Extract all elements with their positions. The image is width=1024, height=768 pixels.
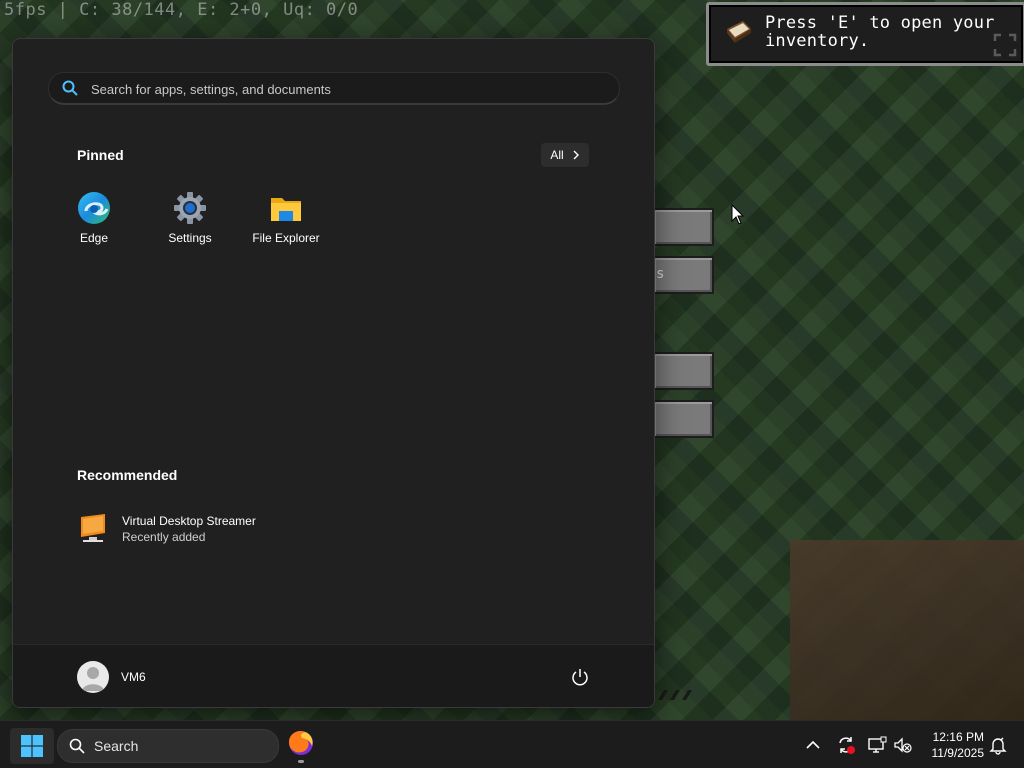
ground-marks <box>658 690 692 700</box>
notification-bell-icon[interactable] <box>988 735 1008 755</box>
network-display-icon[interactable] <box>867 735 887 755</box>
game-menu-button-1[interactable] <box>652 208 714 246</box>
running-indicator <box>298 760 304 763</box>
pinned-title: Pinned <box>77 147 124 163</box>
chevron-right-icon <box>573 150 579 160</box>
monitor-icon <box>81 514 105 542</box>
game-menu-button-3[interactable] <box>652 352 714 390</box>
user-name[interactable]: VM6 <box>121 670 146 684</box>
inventory-toast: Press 'E' to open your inventory. <box>706 2 1024 66</box>
pinned-app-settings[interactable]: Settings <box>145 191 235 261</box>
start-search-input[interactable] <box>89 73 613 105</box>
user-avatar[interactable] <box>77 661 109 693</box>
user-icon <box>82 667 104 691</box>
update-sync-icon[interactable] <box>836 735 856 755</box>
folder-icon <box>271 198 301 221</box>
taskbar-firefox[interactable] <box>285 727 317 763</box>
windows-logo-icon <box>21 735 43 757</box>
pinned-app-edge[interactable]: Edge <box>49 191 139 261</box>
start-button[interactable] <box>10 728 54 764</box>
settings-gear-icon <box>174 192 206 224</box>
taskbar-clock[interactable]: 12:16 PM 11/9/2025 <box>918 729 985 761</box>
pinned-app-label: Edge <box>79 231 109 245</box>
search-icon <box>69 738 85 754</box>
chevron-up-icon[interactable] <box>803 735 823 755</box>
edge-icon <box>78 192 110 224</box>
start-search-box[interactable] <box>48 72 620 105</box>
taskbar-search-label: Search <box>94 738 139 754</box>
game-menu-button-text: s <box>656 266 665 282</box>
game-menu-button-2[interactable]: s <box>652 256 714 294</box>
recommended-item[interactable]: Virtual Desktop Streamer Recently added <box>77 511 337 551</box>
recommended-item-subtitle: Recently added <box>122 530 206 544</box>
clock-date: 11/9/2025 <box>931 746 985 760</box>
pinned-app-file-explorer[interactable]: File Explorer <box>241 191 331 261</box>
recommended-item-name: Virtual Desktop Streamer <box>122 514 256 528</box>
taskbar-search[interactable]: Search <box>57 729 279 763</box>
book-icon <box>727 21 751 43</box>
volume-muted-icon[interactable] <box>893 735 913 755</box>
taskbar: Search 12:16 PM 11/9/2025 <box>0 720 1024 768</box>
start-menu-footer: VM6 <box>13 644 654 707</box>
fullscreen-icon <box>993 33 1017 57</box>
toast-message: Press 'E' to open your inventory. <box>765 13 995 51</box>
clock-time: 12:16 PM <box>932 730 984 744</box>
all-apps-label: All <box>550 148 564 162</box>
start-menu: Pinned All Edge <box>12 38 655 708</box>
all-apps-button[interactable]: All <box>541 143 589 167</box>
tree-trunk <box>790 540 1024 720</box>
pinned-app-label: File Explorer <box>252 231 320 245</box>
mouse-cursor-icon <box>731 204 745 225</box>
firefox-icon <box>289 731 313 755</box>
game-menu-button-4[interactable] <box>652 400 714 438</box>
search-icon <box>62 80 78 96</box>
recommended-title: Recommended <box>77 467 178 483</box>
power-icon[interactable] <box>570 667 590 687</box>
fps-overlay: 5fps | C: 38/144, E: 2+0, Uq: 0/0 <box>4 0 359 20</box>
pinned-app-label: Settings <box>168 231 212 245</box>
